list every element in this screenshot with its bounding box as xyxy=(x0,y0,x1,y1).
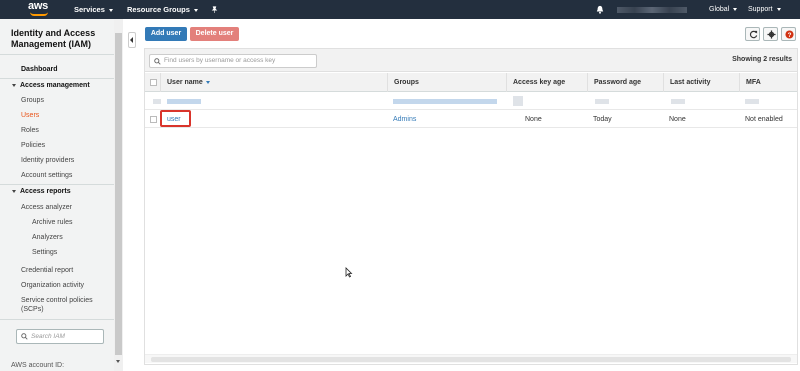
account-name-redacted[interactable] xyxy=(617,7,687,13)
section-access-reports[interactable]: Access reports xyxy=(12,188,71,195)
highlight-annotation-box xyxy=(160,110,191,127)
gear-icon xyxy=(767,30,776,39)
divider xyxy=(0,184,114,185)
horizontal-scrollbar-thumb[interactable] xyxy=(151,357,791,362)
sidebar-item-archive-rules[interactable]: Archive rules xyxy=(32,218,72,227)
sidebar-item-analyzers[interactable]: Analyzers xyxy=(32,233,63,242)
bell-icon[interactable] xyxy=(596,5,604,14)
sidebar-search-placeholder: Search IAM xyxy=(31,333,65,340)
column-header-mfa[interactable]: MFA xyxy=(739,73,797,92)
table-header: User name Groups Access key age Password… xyxy=(145,73,797,92)
resource-groups-label: Resource Groups xyxy=(127,5,190,14)
divider xyxy=(0,319,114,320)
sidebar-item-settings[interactable]: Settings xyxy=(32,248,57,257)
add-user-button[interactable]: Add user xyxy=(145,27,187,41)
support-menu[interactable]: Support xyxy=(748,0,781,19)
filter-users-input[interactable]: Find users by username or access key xyxy=(149,54,317,68)
caret-down-icon xyxy=(12,83,16,87)
section-access-management-label: Access management xyxy=(20,82,90,89)
column-header-password-age[interactable]: Password age xyxy=(587,73,663,92)
select-all-checkbox[interactable] xyxy=(150,79,157,86)
services-label: Services xyxy=(74,5,105,14)
scroll-down-arrow-icon[interactable] xyxy=(116,360,120,363)
aws-logo-text: aws xyxy=(28,0,48,12)
chevron-down-icon xyxy=(108,8,113,12)
caret-down-icon xyxy=(12,189,16,193)
sidebar-search[interactable]: Search IAM xyxy=(16,329,104,344)
table-row[interactable]: user Admins None Today None Not enabled xyxy=(145,111,797,128)
sidebar-item-dashboard[interactable]: Dashboard xyxy=(21,65,58,74)
aws-logo[interactable]: aws xyxy=(28,0,52,18)
mfa-value: Not enabled xyxy=(745,116,783,123)
help-button[interactable]: ? xyxy=(781,27,796,41)
sort-descending-icon xyxy=(205,80,210,84)
column-user-name-label: User name xyxy=(167,79,203,86)
redacted-content xyxy=(595,99,609,104)
row-checkbox[interactable] xyxy=(150,116,157,123)
sidebar-title: Identity and Access Management (IAM) xyxy=(11,28,96,49)
refresh-button[interactable] xyxy=(745,27,760,41)
sidebar-item-scps[interactable]: Service control policies (SCPs) xyxy=(21,296,111,314)
collapse-sidebar-button[interactable] xyxy=(128,32,136,48)
sidebar-item-account-settings[interactable]: Account settings xyxy=(21,171,72,180)
search-icon xyxy=(21,333,28,340)
refresh-icon xyxy=(749,30,758,39)
services-menu[interactable]: Services xyxy=(74,0,113,19)
redacted-content xyxy=(513,96,523,106)
sidebar-item-access-analyzer[interactable]: Access analyzer xyxy=(21,203,72,212)
last-activity-value: None xyxy=(669,116,686,123)
sidebar-scrollbar-thumb[interactable] xyxy=(115,33,122,355)
region-label: Global xyxy=(709,6,730,13)
column-header-user-name[interactable]: User name xyxy=(160,73,387,92)
sidebar-item-users[interactable]: Users xyxy=(21,111,39,120)
redacted-content xyxy=(153,99,161,104)
redacted-content xyxy=(167,99,201,104)
redacted-content xyxy=(671,99,685,104)
chevron-down-icon xyxy=(776,7,781,11)
account-id-label: AWS account ID: xyxy=(11,362,65,369)
sidebar-item-organization-activity[interactable]: Organization activity xyxy=(21,281,84,290)
sidebar-item-groups[interactable]: Groups xyxy=(21,96,44,105)
redacted-content xyxy=(393,99,497,104)
access-key-age-value: None xyxy=(525,116,542,123)
sidebar-item-credential-report[interactable]: Credential report xyxy=(21,266,73,275)
region-menu[interactable]: Global xyxy=(709,0,738,19)
svg-text:?: ? xyxy=(788,32,792,39)
group-link[interactable]: Admins xyxy=(393,111,416,128)
horizontal-scrollbar[interactable] xyxy=(145,354,797,363)
aws-smile-icon xyxy=(30,12,48,16)
table-row-redacted[interactable] xyxy=(145,93,797,110)
users-table-panel: Find users by username or access key Sho… xyxy=(144,48,798,365)
mouse-cursor-icon xyxy=(345,267,353,278)
chevron-down-icon xyxy=(193,8,198,12)
section-access-management[interactable]: Access management xyxy=(12,82,90,89)
help-icon: ? xyxy=(785,30,794,39)
sidebar-item-roles[interactable]: Roles xyxy=(21,126,39,135)
divider xyxy=(0,54,114,55)
results-count: Showing 2 results xyxy=(732,56,792,63)
sidebar-item-policies[interactable]: Policies xyxy=(21,141,45,150)
top-navigation-bar: aws Services Resource Groups Global Supp… xyxy=(0,0,800,19)
redacted-content xyxy=(745,99,759,104)
resource-groups-menu[interactable]: Resource Groups xyxy=(127,0,198,19)
pin-icon[interactable] xyxy=(211,6,218,13)
filter-bar: Find users by username or access key Sho… xyxy=(145,49,797,72)
divider xyxy=(0,78,114,79)
column-header-last-activity[interactable]: Last activity xyxy=(663,73,739,92)
sidebar-scrollbar[interactable] xyxy=(114,19,123,371)
column-header-groups[interactable]: Groups xyxy=(387,73,506,92)
section-access-reports-label: Access reports xyxy=(20,188,71,195)
password-age-value: Today xyxy=(593,116,612,123)
chevron-down-icon xyxy=(733,7,738,11)
delete-user-button[interactable]: Delete user xyxy=(190,27,239,41)
search-icon xyxy=(154,58,161,65)
support-label: Support xyxy=(748,6,773,13)
sidebar: Identity and Access Management (IAM) Das… xyxy=(0,19,123,371)
sidebar-item-identity-providers[interactable]: Identity providers xyxy=(21,156,74,165)
settings-button[interactable] xyxy=(763,27,778,41)
column-header-access-key-age[interactable]: Access key age xyxy=(506,73,587,92)
filter-placeholder: Find users by username or access key xyxy=(164,57,276,64)
